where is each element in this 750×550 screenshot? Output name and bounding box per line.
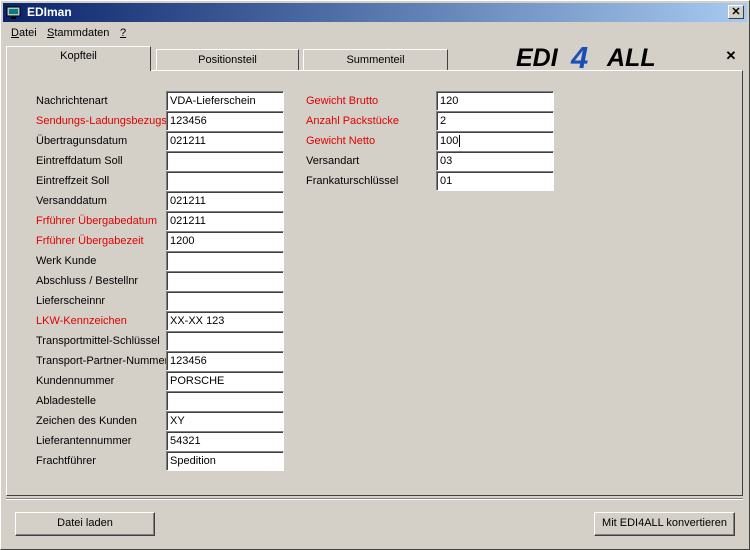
- label-frachtfuhrer: Frachtführer: [36, 455, 96, 467]
- label-lieferantennummer: Lieferantennummer: [36, 435, 132, 447]
- field-sendungs-ladungsbezugsnr[interactable]: 123456: [166, 111, 284, 131]
- label-transportmittel-schlussel: Transportmittel-Schlüssel: [36, 335, 160, 347]
- label-gewicht-netto: Gewicht Netto: [306, 135, 376, 147]
- field-value: 03: [440, 155, 453, 167]
- field-value: 01: [440, 175, 453, 187]
- label-werk-kunde: Werk Kunde: [36, 255, 97, 267]
- label-gewicht-brutto: Gewicht Brutto: [306, 95, 379, 107]
- edi4all-logo: EDI 4 ALL: [516, 43, 656, 69]
- label-frfuhrer-ubergabedatum: Frführer Übergabedatum: [36, 215, 158, 227]
- field-nachrichtenart[interactable]: VDA-Lieferschein: [166, 91, 284, 111]
- label-nachrichtenart: Nachrichtenart: [36, 95, 108, 107]
- field-abladestelle[interactable]: [166, 391, 284, 411]
- window-close-button[interactable]: ✕: [728, 5, 744, 19]
- field-value: XX-XX 123: [170, 315, 225, 327]
- title-bar[interactable]: EDIman ✕: [3, 3, 747, 22]
- label-eintreffdatum-soll: Eintreffdatum Soll: [36, 155, 123, 167]
- label-zeichen-des-kunden: Zeichen des Kunden: [36, 415, 137, 427]
- field-value: 123456: [170, 355, 207, 367]
- field-transportmittel-schlussel[interactable]: [166, 331, 284, 351]
- field-value: 2: [440, 115, 447, 127]
- label-eintreffzeit-soll: Eintreffzeit Soll: [36, 175, 110, 187]
- field-value: Spedition: [170, 455, 216, 467]
- tab-summenteil[interactable]: Summenteil: [303, 49, 448, 71]
- field-abschluss-bestellnr[interactable]: [166, 271, 284, 291]
- tab-positionsteil-label: Positionsteil: [198, 54, 257, 66]
- convert-button[interactable]: Mit EDI4ALL konvertieren: [594, 512, 735, 536]
- field-anzahl-packstucke[interactable]: 2: [436, 111, 554, 131]
- main-window: EDIman ✕ Datei Stammdaten ? Kopfteil Pos…: [0, 0, 750, 550]
- field-value: 123456: [170, 115, 207, 127]
- field-value: 1200: [170, 235, 195, 247]
- field-lieferantennummer[interactable]: 54321: [166, 431, 284, 451]
- field-frfuhrer-ubergabedatum[interactable]: 021211: [166, 211, 284, 231]
- field-value: 120: [440, 95, 459, 107]
- field-value: PORSCHE: [170, 375, 225, 387]
- load-file-button[interactable]: Datei laden: [15, 512, 155, 536]
- field-value: 021211: [170, 135, 206, 147]
- menu-help[interactable]: ?: [120, 26, 126, 40]
- field-ubertragunsdatum[interactable]: 021211: [166, 131, 284, 151]
- field-value: 100: [440, 135, 459, 147]
- label-kundennummer: Kundennummer: [36, 375, 115, 387]
- tab-positionsteil[interactable]: Positionsteil: [156, 49, 299, 71]
- label-lieferscheinnr: Lieferscheinnr: [36, 295, 106, 307]
- window-title: EDIman: [27, 5, 72, 19]
- kopfteil-panel: Nachrichtenart VDA-Lieferschein Sendungs-L…: [6, 70, 743, 496]
- tab-kopfteil[interactable]: Kopfteil: [6, 46, 151, 71]
- field-werk-kunde[interactable]: [166, 251, 284, 271]
- tab-summenteil-label: Summenteil: [346, 54, 405, 66]
- svg-text:ALL: ALL: [606, 44, 656, 69]
- menu-stammdaten[interactable]: Stammdaten: [47, 26, 109, 40]
- label-lkw-kennzeichen: LKW-Kennzeichen: [36, 315, 127, 327]
- separator: [6, 498, 743, 500]
- field-frachtfuhrer[interactable]: Spedition: [166, 451, 284, 471]
- field-versandart[interactable]: 03: [436, 151, 554, 171]
- tab-kopfteil-label: Kopfteil: [60, 50, 97, 62]
- field-value: 021211: [170, 195, 206, 207]
- label-abschluss-bestellnr: Abschluss / Bestellnr: [36, 275, 139, 287]
- field-transport-partner-nummer[interactable]: 123456: [166, 351, 284, 371]
- label-sendungs-ladungsbezugsnr: Sendungs-Ladungsbezugsnr: [36, 115, 167, 127]
- label-abladestelle: Abladestelle: [36, 395, 96, 407]
- menu-datei[interactable]: Datei: [11, 26, 37, 40]
- panel-close-icon[interactable]: ✕: [724, 49, 738, 63]
- label-frankaturschlussel: Frankaturschlüssel: [306, 175, 399, 187]
- field-gewicht-netto[interactable]: 100: [436, 131, 554, 151]
- text-caret: [459, 135, 461, 148]
- label-versandart: Versandart: [306, 155, 360, 167]
- field-value: VDA-Lieferschein: [170, 95, 256, 107]
- field-gewicht-brutto[interactable]: 120: [436, 91, 554, 111]
- app-icon: [6, 6, 21, 19]
- menu-bar: Datei Stammdaten ?: [3, 24, 747, 42]
- field-kundennummer[interactable]: PORSCHE: [166, 371, 284, 391]
- field-versanddatum[interactable]: 021211: [166, 191, 284, 211]
- field-lkw-kennzeichen[interactable]: XX-XX 123: [166, 311, 284, 331]
- label-versanddatum: Versanddatum: [36, 195, 107, 207]
- field-value: XY: [170, 415, 185, 427]
- field-value: 54321: [170, 435, 201, 447]
- svg-text:4: 4: [570, 43, 588, 69]
- field-value: 021211: [170, 215, 206, 227]
- svg-text:EDI: EDI: [516, 44, 559, 69]
- field-lieferscheinnr[interactable]: [166, 291, 284, 311]
- field-eintreffdatum-soll[interactable]: [166, 151, 284, 171]
- label-frfuhrer-ubergabezeit: Frführer Übergabezeit: [36, 235, 144, 247]
- field-zeichen-des-kunden[interactable]: XY: [166, 411, 284, 431]
- field-frfuhrer-ubergabezeit[interactable]: 1200: [166, 231, 284, 251]
- label-transport-partner-nummer: Transport-Partner-Nummer: [36, 355, 167, 367]
- field-eintreffzeit-soll[interactable]: [166, 171, 284, 191]
- label-anzahl-packstucke: Anzahl Packstücke: [306, 115, 399, 127]
- label-ubertragunsdatum: Übertragunsdatum: [36, 135, 128, 147]
- field-frankaturschlussel[interactable]: 01: [436, 171, 554, 191]
